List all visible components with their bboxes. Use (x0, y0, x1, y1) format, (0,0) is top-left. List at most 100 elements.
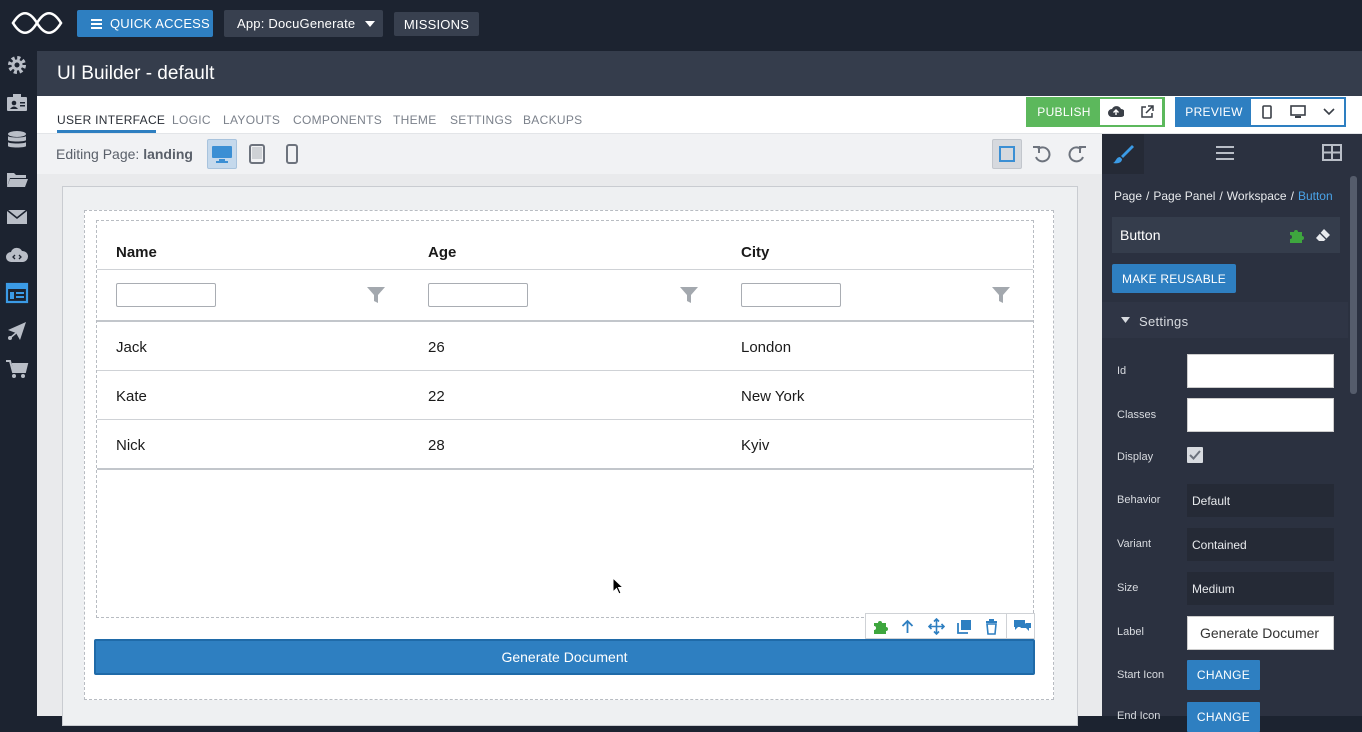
tab-layouts[interactable]: LAYOUTS (223, 113, 280, 127)
column-header-name[interactable]: Name (116, 244, 157, 261)
phone-icon (286, 144, 298, 164)
mobile-view-button[interactable] (277, 139, 307, 169)
filter-icon[interactable] (366, 285, 386, 305)
filter-icon[interactable] (679, 285, 699, 305)
top-bar: QUICK ACCESS App: DocuGenerate MISSIONS (0, 0, 1362, 51)
data-table[interactable]: Name Age City Jack 26 London Kate 22 New… (96, 220, 1034, 618)
tab-user-interface[interactable]: USER INTERFACE (57, 113, 165, 127)
cell-city: New York (741, 388, 805, 405)
display-label: Display (1117, 451, 1154, 463)
tab-components[interactable]: COMPONENTS (293, 113, 382, 127)
cell-name: Jack (116, 339, 147, 356)
cell-city: London (741, 339, 792, 356)
tab-backups[interactable]: BACKUPS (523, 113, 582, 127)
undo-icon (1033, 146, 1051, 163)
arrow-up-icon[interactable] (899, 618, 916, 635)
cloud-upload-icon[interactable] (1100, 99, 1131, 125)
puzzle-icon[interactable] (1288, 227, 1305, 244)
puzzle-icon[interactable] (872, 618, 889, 635)
cell-name: Nick (116, 437, 146, 454)
scrollbar-thumb[interactable] (1350, 176, 1357, 394)
users-icon[interactable] (5, 91, 29, 115)
cloud-code-icon[interactable] (5, 243, 29, 267)
redo-icon (1068, 146, 1086, 163)
folder-icon[interactable] (5, 167, 29, 191)
tab-settings[interactable]: SETTINGS (450, 113, 512, 127)
missions-button[interactable]: MISSIONS (394, 12, 479, 36)
variant-select[interactable]: Contained (1187, 528, 1334, 561)
builder-tabs: USER INTERFACE LOGIC LAYOUTS COMPONENTS … (37, 96, 1362, 134)
outline-toggle-button[interactable] (992, 139, 1022, 169)
publish-group: PUBLISH (1026, 97, 1165, 127)
database-icon[interactable] (5, 129, 29, 153)
trash-icon[interactable] (983, 618, 1000, 635)
variant-label: Variant (1117, 538, 1152, 550)
tablet-icon (249, 144, 265, 164)
editing-bar: Editing Page: landing (37, 134, 1102, 174)
messaging-icon[interactable] (5, 319, 29, 343)
backendless-logo[interactable] (11, 8, 63, 38)
eraser-icon[interactable] (1315, 228, 1331, 242)
size-select[interactable]: Medium (1187, 572, 1334, 605)
editing-page-name: landing (143, 146, 193, 162)
city-filter-input[interactable] (741, 283, 841, 307)
column-header-city[interactable]: City (741, 244, 769, 261)
chevron-down-icon[interactable] (1313, 99, 1344, 125)
classes-input[interactable] (1187, 398, 1334, 432)
end-icon-label: End Icon (1117, 710, 1161, 722)
column-header-age[interactable]: Age (428, 244, 456, 261)
start-icon-change-button[interactable]: CHANGE (1187, 660, 1260, 690)
display-checkbox[interactable] (1187, 447, 1203, 463)
undo-button[interactable] (1027, 139, 1057, 169)
crumb-page[interactable]: Page (1114, 189, 1142, 203)
left-nav (0, 51, 37, 716)
mouse-cursor (612, 577, 624, 595)
cell-city: Kyiv (741, 437, 770, 454)
marketplace-icon[interactable] (5, 357, 29, 381)
tab-theme[interactable]: THEME (393, 113, 437, 127)
desktop-view-button[interactable] (207, 139, 237, 169)
square-icon (999, 146, 1015, 162)
move-icon[interactable] (928, 618, 945, 635)
filter-icon[interactable] (991, 285, 1011, 305)
redo-button[interactable] (1062, 139, 1092, 169)
brush-icon[interactable] (1102, 134, 1144, 174)
crumb-button[interactable]: Button (1298, 189, 1333, 203)
end-icon-change-button[interactable]: CHANGE (1187, 702, 1260, 732)
label-input[interactable]: Generate Documer (1187, 616, 1334, 650)
ui-builder-icon[interactable] (5, 281, 29, 305)
divider (97, 320, 1033, 322)
crumb-workspace[interactable]: Workspace (1227, 189, 1287, 203)
publish-button[interactable]: PUBLISH (1028, 99, 1100, 125)
divider (97, 269, 1033, 270)
hamburger-icon[interactable] (1216, 144, 1236, 162)
name-filter-input[interactable] (116, 283, 216, 307)
duplicate-icon[interactable] (956, 618, 973, 635)
classes-label: Classes (1117, 409, 1157, 421)
comments-icon[interactable] (1013, 618, 1031, 635)
caret-down-icon (365, 20, 376, 27)
id-input[interactable] (1187, 354, 1334, 388)
caret-down-icon (1121, 317, 1130, 323)
settings-label: Settings (1139, 314, 1189, 329)
age-filter-input[interactable] (428, 283, 528, 307)
breadcrumb: Page / Page Panel / Workspace / Button (1114, 189, 1333, 203)
app-select[interactable]: App: DocuGenerate (224, 10, 383, 37)
phone-icon[interactable] (1251, 99, 1282, 125)
make-reusable-button[interactable]: MAKE REUSABLE (1112, 264, 1236, 293)
settings-section-header[interactable]: Settings (1102, 302, 1348, 338)
open-external-icon[interactable] (1131, 99, 1162, 125)
builder-header: UI Builder - default (37, 51, 1362, 96)
quick-access-button[interactable]: QUICK ACCESS (77, 10, 213, 37)
mail-icon[interactable] (5, 205, 29, 229)
crumb-page-panel[interactable]: Page Panel (1153, 189, 1215, 203)
tablet-view-button[interactable] (242, 139, 272, 169)
component-toolbar (865, 613, 1035, 639)
preview-button[interactable]: PREVIEW (1177, 99, 1251, 125)
gear-icon[interactable] (5, 53, 29, 77)
desktop-icon[interactable] (1282, 99, 1313, 125)
tab-logic[interactable]: LOGIC (172, 113, 211, 127)
behavior-select[interactable]: Default (1187, 484, 1334, 517)
generate-document-button[interactable]: Generate Document (94, 639, 1035, 675)
grid-icon[interactable] (1322, 143, 1342, 163)
